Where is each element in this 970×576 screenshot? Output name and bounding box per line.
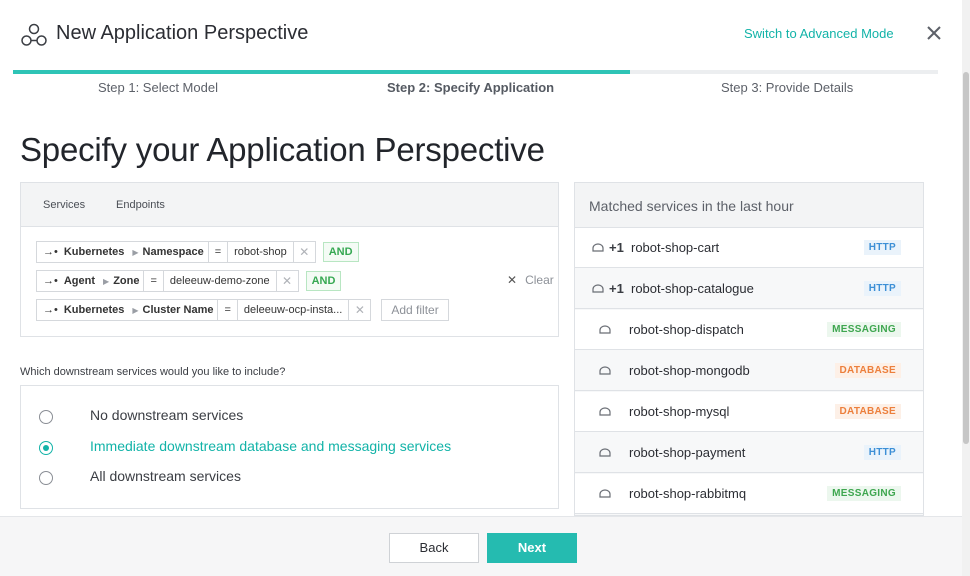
filter-panel: Services Endpoints →• Kubernetes ▶ Names… bbox=[20, 182, 559, 337]
filter-tag: Cluster Name bbox=[142, 304, 214, 316]
radio-label: Immediate downstream database and messag… bbox=[90, 438, 452, 454]
downstream-question: Which downstream services would you like… bbox=[20, 366, 286, 378]
arrow-into-icon: →• bbox=[43, 304, 58, 316]
clear-filters-button[interactable]: ✕ Clear bbox=[507, 273, 554, 287]
step-2[interactable]: Step 2: Specify Application bbox=[387, 80, 554, 95]
service-row[interactable]: +1 robot-shop-catalogue HTTP bbox=[575, 269, 923, 309]
service-icon bbox=[599, 325, 611, 334]
radio-option-none[interactable]: No downstream services bbox=[39, 407, 243, 424]
clear-label: Clear bbox=[525, 273, 554, 287]
remove-filter-icon[interactable]: ✕ bbox=[348, 300, 370, 320]
service-type-badge: DATABASE bbox=[834, 404, 901, 419]
and-connector[interactable]: AND bbox=[305, 271, 342, 291]
radio-label: No downstream services bbox=[90, 407, 244, 423]
service-type-badge: DATABASE bbox=[834, 363, 901, 378]
filter-entity: Kubernetes bbox=[63, 246, 125, 258]
service-row[interactable]: robot-shop-mysql DATABASE bbox=[575, 392, 923, 432]
service-row[interactable]: robot-shop-payment HTTP bbox=[575, 433, 923, 473]
service-name: robot-shop-rabbitmq bbox=[629, 486, 747, 501]
arrow-into-icon: →• bbox=[43, 246, 58, 258]
filter-entity: Agent bbox=[63, 275, 96, 287]
close-icon[interactable] bbox=[925, 24, 943, 42]
service-row[interactable]: robot-shop-mongodb DATABASE bbox=[575, 351, 923, 391]
modal-footer: Back Next bbox=[0, 516, 962, 576]
radio-option-all[interactable]: All downstream services bbox=[39, 468, 241, 485]
add-filter-button[interactable]: Add filter bbox=[381, 299, 449, 321]
modal-header: New Application Perspective Switch to Ad… bbox=[0, 0, 962, 70]
filter-chip[interactable]: →• Kubernetes ▶ Namespace = robot-shop ✕ bbox=[36, 241, 316, 263]
service-type-badge: HTTP bbox=[863, 445, 901, 460]
modal: New Application Perspective Switch to Ad… bbox=[0, 0, 962, 576]
steps-progress-bar bbox=[13, 70, 630, 74]
service-icon bbox=[592, 284, 604, 293]
arrow-into-icon: →• bbox=[43, 275, 58, 287]
scrollbar-thumb[interactable] bbox=[963, 72, 969, 444]
application-perspective-icon bbox=[21, 23, 47, 46]
switch-to-advanced-mode-link[interactable]: Switch to Advanced Mode bbox=[744, 26, 894, 41]
filter-row: →• Kubernetes ▶ Namespace = robot-shop ✕… bbox=[36, 241, 359, 263]
step-3[interactable]: Step 3: Provide Details bbox=[721, 80, 853, 95]
filter-operator: = bbox=[207, 242, 229, 262]
filter-tag: Namespace bbox=[142, 246, 204, 258]
matched-services-title: Matched services in the last hour bbox=[575, 183, 923, 228]
service-type-badge: HTTP bbox=[863, 240, 901, 255]
service-row[interactable]: robot-shop-dispatch MESSAGING bbox=[575, 310, 923, 350]
service-icon bbox=[592, 243, 604, 252]
filter-value: deleeuw-ocp-insta... bbox=[243, 304, 343, 316]
filter-row: →• Agent ▶ Zone = deleeuw-demo-zone ✕ AN… bbox=[36, 270, 342, 292]
filter-operator: = bbox=[143, 271, 164, 291]
back-button[interactable]: Back bbox=[389, 533, 479, 563]
service-row[interactable]: +1 robot-shop-cart HTTP bbox=[575, 228, 923, 268]
radio-option-immediate[interactable]: Immediate downstream database and messag… bbox=[39, 438, 451, 455]
filter-row: →• Kubernetes ▶ Cluster Name = deleeuw-o… bbox=[36, 299, 449, 321]
caret-right-icon: ▶ bbox=[103, 276, 110, 286]
caret-right-icon: ▶ bbox=[132, 305, 139, 315]
service-icon bbox=[599, 489, 611, 498]
service-type-badge: MESSAGING bbox=[827, 486, 901, 501]
caret-right-icon: ▶ bbox=[132, 247, 139, 257]
radio-button[interactable] bbox=[39, 471, 53, 485]
modal-title: New Application Perspective bbox=[56, 22, 309, 44]
service-name: robot-shop-cart bbox=[631, 240, 720, 255]
radio-button-selected[interactable] bbox=[39, 441, 53, 455]
service-name: robot-shop-payment bbox=[629, 445, 746, 460]
service-row[interactable]: robot-shop-rabbitmq MESSAGING bbox=[575, 474, 923, 514]
filter-value: deleeuw-demo-zone bbox=[169, 275, 270, 287]
matched-services-panel: Matched services in the last hour +1 rob… bbox=[574, 182, 924, 516]
service-name: robot-shop-catalogue bbox=[631, 281, 754, 296]
filter-chip[interactable]: →• Agent ▶ Zone = deleeuw-demo-zone ✕ bbox=[36, 270, 299, 292]
step-1[interactable]: Step 1: Select Model bbox=[98, 80, 218, 95]
service-icon bbox=[599, 366, 611, 375]
next-button[interactable]: Next bbox=[487, 533, 577, 563]
tab-endpoints[interactable]: Endpoints bbox=[116, 199, 165, 211]
filter-operator: = bbox=[217, 300, 238, 320]
page-heading: Specify your Application Perspective bbox=[20, 131, 545, 168]
clear-icon: ✕ bbox=[507, 273, 518, 287]
filter-tabs: Services Endpoints bbox=[21, 183, 558, 227]
filter-chip[interactable]: →• Kubernetes ▶ Cluster Name = deleeuw-o… bbox=[36, 299, 372, 321]
radio-label: All downstream services bbox=[90, 468, 241, 484]
radio-button[interactable] bbox=[39, 410, 53, 424]
service-icon bbox=[599, 407, 611, 416]
service-type-badge: MESSAGING bbox=[827, 322, 901, 337]
and-connector[interactable]: AND bbox=[322, 242, 359, 262]
service-name: robot-shop-mysql bbox=[629, 404, 730, 419]
service-count-prefix: +1 bbox=[609, 281, 624, 296]
downstream-options-panel: No downstream services Immediate downstr… bbox=[20, 385, 559, 509]
service-icon bbox=[599, 448, 611, 457]
service-count-prefix: +1 bbox=[609, 240, 624, 255]
service-type-badge: HTTP bbox=[863, 281, 901, 296]
service-name: robot-shop-mongodb bbox=[629, 363, 750, 378]
tab-services[interactable]: Services bbox=[43, 199, 85, 211]
filter-tag: Zone bbox=[113, 275, 140, 287]
remove-filter-icon[interactable]: ✕ bbox=[275, 271, 298, 291]
remove-filter-icon[interactable]: ✕ bbox=[292, 242, 315, 262]
filter-entity: Kubernetes bbox=[63, 304, 125, 316]
filter-value: robot-shop bbox=[234, 246, 287, 258]
service-name: robot-shop-dispatch bbox=[629, 322, 744, 337]
